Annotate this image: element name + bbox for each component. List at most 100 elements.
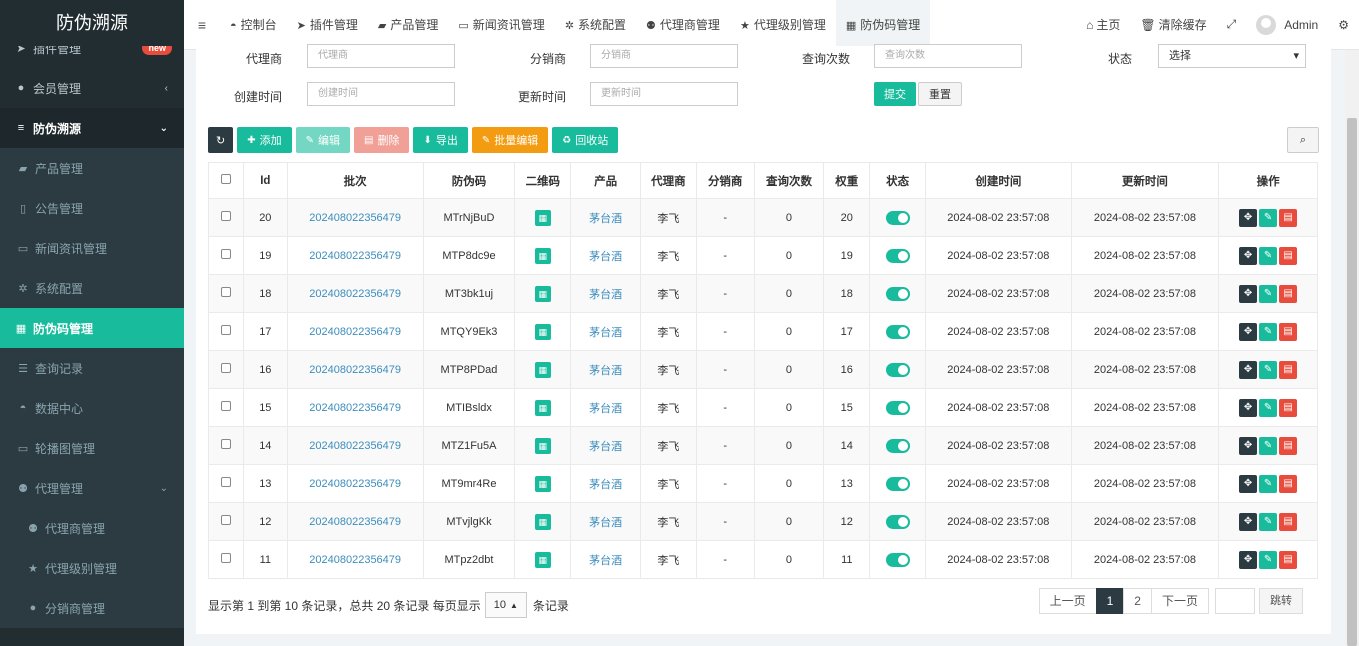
tab-products[interactable]: ▰ 产品管理 <box>368 0 448 50</box>
sidebar-item-agent-level[interactable]: ★ 代理级别管理 <box>0 548 184 588</box>
settings-gears-icon[interactable]: ⚙ <box>1328 18 1359 32</box>
batch-link[interactable]: 202408022356479 <box>309 554 401 566</box>
product-link[interactable]: 茅台酒 <box>589 289 622 301</box>
sidebar-item-query-log[interactable]: ☰ 查询记录 <box>0 348 184 388</box>
qrcode-icon[interactable]: ▦ <box>534 437 551 454</box>
pencil-icon[interactable]: ✎ <box>1259 474 1278 493</box>
tab-dashboard[interactable]: ◓ 控制台 <box>220 0 287 50</box>
tab-agent-levels[interactable]: ★ 代理级别管理 <box>730 0 836 50</box>
submit-button[interactable]: 提交 <box>874 82 916 106</box>
sidebar-item-agents[interactable]: ⚉ 代理管理 ⌄ <box>0 468 184 508</box>
recycle-bin-button[interactable]: ♻ 回收站 <box>552 127 619 153</box>
tab-agents[interactable]: ⚉ 代理商管理 <box>636 0 730 50</box>
trash-icon[interactable]: ▤ <box>1279 208 1298 227</box>
col-header[interactable]: 产品 <box>570 162 641 199</box>
move-icon[interactable]: ✥ <box>1239 208 1258 227</box>
product-link[interactable]: 茅台酒 <box>589 251 622 263</box>
col-header[interactable]: 分销商 <box>695 162 755 199</box>
pencil-icon[interactable]: ✎ <box>1259 284 1278 303</box>
row-checkbox[interactable] <box>220 553 231 563</box>
reset-button[interactable]: 重置 <box>918 82 962 106</box>
next-page-button[interactable]: 下一页 <box>1150 588 1209 614</box>
tab-news[interactable]: ▭ 新闻资讯管理 <box>448 0 554 50</box>
status-toggle[interactable] <box>885 552 910 567</box>
jump-page-input[interactable] <box>1215 588 1255 614</box>
jump-button[interactable]: 跳转 <box>1259 588 1303 614</box>
col-header[interactable]: 批次 <box>286 162 424 199</box>
col-header[interactable]: 防伪码 <box>422 162 516 199</box>
page-size-dropdown[interactable]: 10 ▲ <box>484 592 527 618</box>
trash-icon[interactable]: ▤ <box>1279 474 1298 493</box>
tab-anticounterfeit-codes[interactable]: ▦ 防伪码管理 <box>835 0 931 50</box>
batch-link[interactable]: 202408022356479 <box>309 516 401 528</box>
qrcode-icon[interactable]: ▦ <box>534 551 551 568</box>
sidebar-item-agent-manage[interactable]: ⚉ 代理商管理 <box>0 508 184 548</box>
move-icon[interactable]: ✥ <box>1239 512 1258 531</box>
status-toggle[interactable] <box>885 324 910 339</box>
status-toggle[interactable] <box>885 438 910 453</box>
select-all-checkbox[interactable] <box>220 174 231 184</box>
trash-icon[interactable]: ▤ <box>1279 512 1298 531</box>
sidebar-item-data-center[interactable]: ◓ 数据中心 <box>0 388 184 428</box>
scrollbar-thumb[interactable] <box>1347 118 1357 646</box>
trash-icon[interactable]: ▤ <box>1279 398 1298 417</box>
trash-icon[interactable]: ▤ <box>1279 246 1298 265</box>
sidebar-item-notices[interactable]: ▯ 公告管理 <box>0 188 184 228</box>
tab-plugins[interactable]: ➤ 插件管理 <box>287 0 368 50</box>
row-checkbox[interactable] <box>220 325 231 335</box>
sidebar-item-products[interactable]: ▰ 产品管理 <box>0 148 184 188</box>
add-button[interactable]: ✚ 添加 <box>237 127 292 153</box>
qrcode-icon[interactable]: ▦ <box>534 513 551 530</box>
batch-link[interactable]: 202408022356479 <box>309 478 401 490</box>
product-link[interactable]: 茅台酒 <box>589 479 622 491</box>
qrcode-icon[interactable]: ▦ <box>534 475 551 492</box>
move-icon[interactable]: ✥ <box>1239 246 1258 265</box>
pencil-icon[interactable]: ✎ <box>1259 436 1278 455</box>
product-link[interactable]: 茅台酒 <box>589 365 622 377</box>
sidebar-item-news[interactable]: ▭ 新闻资讯管理 <box>0 228 184 268</box>
status-toggle[interactable] <box>885 514 910 529</box>
query-count-input[interactable]: 查询次数 <box>874 44 1022 68</box>
status-toggle[interactable] <box>885 286 910 301</box>
row-checkbox[interactable] <box>220 211 231 221</box>
clear-cache-button[interactable]: 🗑 清除缓存 <box>1130 16 1216 33</box>
qrcode-icon[interactable]: ▦ <box>534 285 551 302</box>
trash-icon[interactable]: ▤ <box>1279 550 1298 569</box>
pencil-icon[interactable]: ✎ <box>1259 246 1278 265</box>
batch-link[interactable]: 202408022356479 <box>309 402 401 414</box>
updated-input[interactable]: 更新时间 <box>590 82 738 106</box>
row-checkbox[interactable] <box>220 249 231 259</box>
move-icon[interactable]: ✥ <box>1239 436 1258 455</box>
pencil-icon[interactable]: ✎ <box>1259 322 1278 341</box>
hamburger-menu-icon[interactable]: ≡ <box>184 17 220 33</box>
row-checkbox[interactable] <box>220 477 231 487</box>
col-header[interactable]: 查询次数 <box>753 162 825 199</box>
qrcode-icon[interactable]: ▦ <box>534 247 551 264</box>
batch-link[interactable]: 202408022356479 <box>309 440 401 452</box>
status-toggle[interactable] <box>885 362 910 377</box>
col-header[interactable]: 代理商 <box>639 162 697 199</box>
move-icon[interactable]: ✥ <box>1239 360 1258 379</box>
export-button[interactable]: ⬇ 导出 <box>413 127 468 153</box>
user-menu[interactable]: Admin <box>1246 14 1328 35</box>
row-checkbox[interactable] <box>220 439 231 449</box>
row-checkbox[interactable] <box>220 401 231 411</box>
move-icon[interactable]: ✥ <box>1239 398 1258 417</box>
status-select[interactable]: 选择 <box>1158 44 1306 68</box>
batch-edit-button[interactable]: ✎ 批量编辑 <box>471 127 549 153</box>
search-button[interactable]: ⌕ <box>1287 127 1319 153</box>
distributor-input[interactable]: 分销商 <box>590 44 738 68</box>
trash-icon[interactable]: ▤ <box>1279 322 1298 341</box>
page-1-button[interactable]: 1 <box>1095 588 1125 614</box>
page-scrollbar[interactable] <box>1345 50 1359 646</box>
home-link[interactable]: ⌂ 主页 <box>1076 16 1130 33</box>
created-input[interactable]: 创建时间 <box>307 82 455 106</box>
batch-link[interactable]: 202408022356479 <box>309 288 401 300</box>
sidebar-item-traceability[interactable]: ≡ 防伪溯源 ⌄ <box>0 108 184 148</box>
qrcode-icon[interactable]: ▦ <box>534 399 551 416</box>
refresh-button[interactable]: ↻ <box>208 127 234 153</box>
delete-button[interactable]: ▤ 删除 <box>354 127 410 153</box>
row-checkbox[interactable] <box>220 287 231 297</box>
batch-link[interactable]: 202408022356479 <box>309 364 401 376</box>
qrcode-icon[interactable]: ▦ <box>534 361 551 378</box>
